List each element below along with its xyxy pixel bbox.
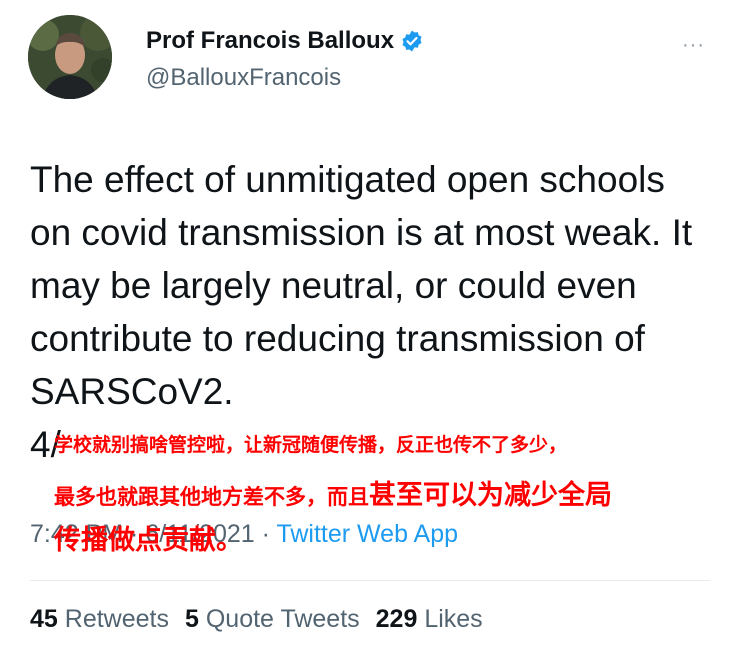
translation-overlay-line-2: 最多也就跟其他地方差不多，而且甚至可以为减少全局 <box>54 473 612 512</box>
likes-label: Likes <box>424 605 483 633</box>
engagement-stats: 45 Retweets 5 Quote Tweets 229 Likes <box>30 605 483 634</box>
meta-separator: · <box>254 520 277 548</box>
translation-overlay-line-2-big: 甚至可以为减少全局 <box>369 480 612 511</box>
author-handle[interactable]: @BallouxFrancois <box>146 64 341 92</box>
author-display-name[interactable]: Prof Francois Balloux <box>146 27 394 55</box>
author-name-row: Prof Francois Balloux <box>146 27 424 55</box>
translation-overlay-line-3: 传播做点贡献。 <box>54 525 243 556</box>
profile-photo <box>28 15 112 99</box>
tweet-text: The effect of unmitigated open schools o… <box>30 159 693 465</box>
avatar[interactable] <box>28 15 112 99</box>
quote-tweets-count: 5 <box>184 605 199 633</box>
retweets-count: 45 <box>30 605 58 633</box>
divider <box>30 580 710 581</box>
quote-tweets-label: Quote Tweets <box>205 605 360 633</box>
quote-tweets-stat[interactable]: 5 Quote Tweets <box>185 605 360 634</box>
more-options-icon[interactable]: ··· <box>682 34 705 57</box>
verified-badge-icon <box>402 30 422 52</box>
retweets-stat[interactable]: 45 Retweets <box>30 605 169 634</box>
likes-stat[interactable]: 229 Likes <box>376 605 483 634</box>
likes-count: 229 <box>375 605 418 633</box>
tweet-source-link[interactable]: Twitter Web App <box>276 520 458 548</box>
translation-overlay-line-2-small: 最多也就跟其他地方差不多，而且 <box>54 485 369 509</box>
translation-overlay-line-1: 学校就别搞啥管控啦，让新冠随便传播，反正也传不了多少， <box>54 434 568 456</box>
retweets-label: Retweets <box>64 605 169 633</box>
